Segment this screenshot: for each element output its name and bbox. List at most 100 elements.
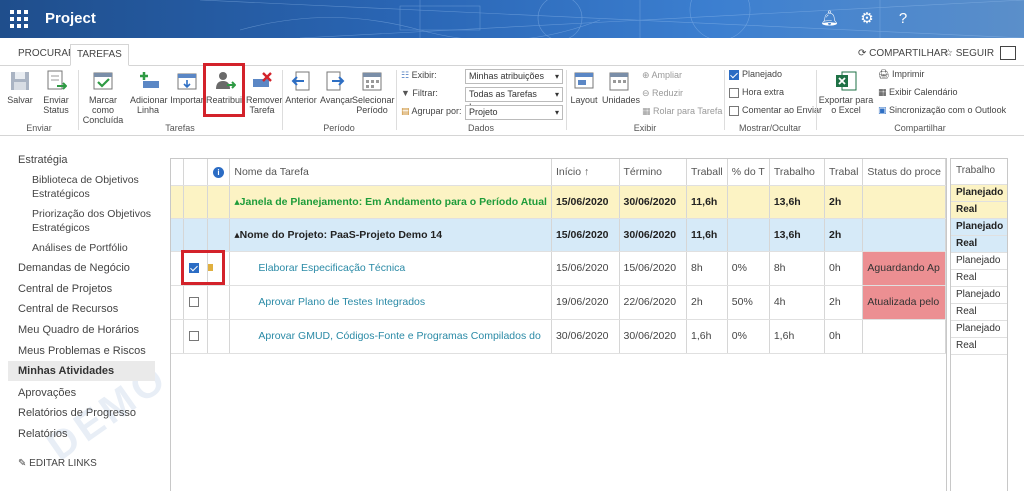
zoom-out-button[interactable]: ⊖ Reduzir — [642, 88, 683, 99]
print-button[interactable]: 🖨︎ Imprimir — [878, 69, 924, 80]
header-task-name[interactable]: Nome da Tarefa — [229, 159, 552, 186]
comment-checkbox[interactable]: Comentar ao Enviar — [729, 105, 822, 116]
header-percent-complete[interactable]: % do T — [727, 159, 770, 186]
task-name[interactable]: Aprovar Plano de Testes Integrados — [229, 285, 552, 320]
task-name[interactable]: Elaborar Especificação Técnica — [229, 251, 552, 286]
units-icon — [608, 70, 630, 92]
separator — [566, 70, 567, 130]
task-table: i Nome da Tarefa Início ↑ Término Trabal… — [171, 159, 946, 354]
nav-aprovacoes[interactable]: Aprovações — [18, 387, 76, 399]
row-select-checkbox[interactable] — [183, 319, 208, 354]
nav-relatorios-progresso[interactable]: Relatórios de Progresso — [18, 407, 136, 419]
task-name[interactable]: ▴Nome do Projeto: PaaS-Projeto Demo 14 — [229, 218, 552, 252]
app-title[interactable]: Project — [45, 10, 96, 27]
nav-quadro-horarios[interactable]: Meu Quadro de Horários — [18, 324, 139, 336]
header-actual-work[interactable]: Trabal — [824, 159, 864, 186]
nav-problemas-riscos[interactable]: Meus Problemas e Riscos — [18, 345, 146, 357]
grid-header-row: i Nome da Tarefa Início ↑ Término Trabal… — [171, 159, 946, 186]
sync-outlook-button[interactable]: ▣ Sincronização com o Outlook — [878, 105, 1006, 116]
work: 4h — [769, 285, 826, 320]
help-icon[interactable]: ? — [894, 10, 912, 28]
start-date: 15/06/2020 — [551, 185, 620, 219]
group-select[interactable]: Projeto — [465, 105, 563, 120]
send-status-button[interactable]: Enviar Status — [38, 70, 74, 115]
focus-content-icon[interactable] — [1000, 46, 1016, 60]
previous-button[interactable]: Anterior — [284, 70, 318, 105]
row-select-checkbox[interactable] — [183, 285, 208, 320]
table-row[interactable]: Elaborar Especificação Técnica 15/06/202… — [171, 251, 946, 286]
nav-analises-portfolio[interactable]: Análises de Portfólio — [32, 241, 152, 255]
planned-checkbox[interactable]: Planejado — [729, 69, 782, 80]
percent-complete — [727, 218, 770, 252]
actual-work: 2h — [824, 185, 864, 219]
share-icon: ⟳ — [858, 48, 870, 59]
task-name[interactable]: ▴Janela de Planejamento: Em Andamento pa… — [229, 185, 552, 219]
save-icon — [9, 70, 31, 92]
mark-complete-button[interactable]: Marcar como Concluída — [78, 70, 128, 125]
bell-icon[interactable]: 🔔︎ — [820, 10, 839, 28]
table-row[interactable]: Aprovar Plano de Testes Integrados 19/06… — [171, 285, 946, 320]
header-work-remaining[interactable]: Traball — [686, 159, 728, 186]
process-status: Atualizada pelo — [862, 285, 946, 320]
zoom-in-button[interactable]: ⊕ Ampliar — [642, 70, 682, 81]
end-date: 30/06/2020 — [619, 185, 688, 219]
nav-demandas-negocio[interactable]: Demandas de Negócio — [18, 262, 130, 274]
header-end[interactable]: Término — [619, 159, 688, 186]
header-start[interactable]: Início ↑ — [551, 159, 620, 186]
summary-row-project[interactable]: ▴Nome do Projeto: PaaS-Projeto Demo 14 1… — [171, 218, 946, 252]
remove-task-button[interactable]: Remover Tarefa — [246, 70, 283, 115]
app-launcher-icon[interactable] — [10, 10, 28, 28]
import-button[interactable]: Importar — [170, 70, 204, 105]
nav-central-projetos[interactable]: Central de Projetos — [18, 283, 112, 295]
group-icon: ▤ — [401, 106, 412, 116]
group-label-periodo: Período — [323, 123, 355, 133]
nav-relatorios[interactable]: Relatórios — [18, 428, 68, 440]
actual-work: 2h — [824, 285, 864, 320]
tab-tarefas[interactable]: TAREFAS — [70, 44, 129, 66]
info-icon: i — [213, 166, 224, 178]
edit-links-button[interactable]: ✎ EDITAR LINKS — [18, 458, 97, 469]
share-button[interactable]: ⟳ COMPARTILHAR — [858, 48, 948, 59]
nav-central-recursos[interactable]: Central de Recursos — [18, 303, 118, 315]
task-name[interactable]: Aprovar GMUD, Códigos-Fonte e Programas … — [229, 319, 552, 354]
summary-row-planning-window[interactable]: ▴Janela de Planejamento: Em Andamento pa… — [171, 185, 946, 219]
add-line-button[interactable]: Adicionar Linha — [130, 70, 168, 115]
work-remaining: 8h — [686, 251, 728, 286]
follow-button[interactable]: ☆ SEGUIR — [944, 48, 994, 59]
nav-biblioteca-objetivos[interactable]: Biblioteca de Objetivos Estratégicos — [32, 173, 152, 201]
header-process-status[interactable]: Status do proce — [862, 159, 946, 186]
header-work[interactable]: Trabalho — [769, 159, 826, 186]
end-date: 30/06/2020 — [619, 319, 688, 354]
process-status — [862, 185, 946, 219]
percent-complete — [727, 185, 770, 219]
units-button[interactable]: Unidades — [602, 70, 640, 105]
layout-button[interactable]: Layout — [570, 70, 598, 105]
zoom-out-icon: ⊖ — [642, 88, 653, 98]
nav-priorizacao-objetivos[interactable]: Priorização dos Objetivos Estratégicos — [32, 207, 152, 235]
select-period-button[interactable]: Selecionar Período — [352, 70, 395, 115]
gear-icon[interactable]: ⚙ — [858, 10, 876, 28]
overtime-checkbox[interactable]: Hora extra — [729, 87, 784, 98]
checkbox-checked-icon — [729, 69, 739, 80]
group-label-enviar: Enviar — [26, 123, 52, 133]
calendar-small-icon: ▦ — [878, 87, 890, 97]
timephased-actual: Real — [951, 236, 1007, 253]
filter-label: ▼ Filtrar: — [401, 88, 438, 98]
scroll-to-task-button[interactable]: ▦ Rolar para Tarefa — [642, 106, 722, 117]
filter-select[interactable]: Todas as Tarefas Incom — [465, 87, 563, 112]
nav-minhas-atividades[interactable]: Minhas Atividades — [8, 361, 155, 381]
table-row[interactable]: Aprovar GMUD, Códigos-Fonte e Programas … — [171, 319, 946, 354]
show-calendar-button[interactable]: ▦ Exibir Calendário — [878, 87, 958, 98]
zoom-in-icon: ⊕ — [642, 70, 652, 80]
export-excel-button[interactable]: Exportar para o Excel — [818, 70, 874, 115]
header-select-all[interactable] — [183, 159, 208, 186]
start-date: 15/06/2020 — [551, 218, 620, 252]
nav-estrategia[interactable]: Estratégia — [18, 154, 68, 166]
advance-button[interactable]: Avançar — [320, 70, 353, 105]
show-select[interactable]: Minhas atribuições — [465, 69, 563, 84]
save-button[interactable]: Salvar — [6, 70, 34, 105]
quick-launch: Estratégia Biblioteca de Objetivos Estra… — [0, 148, 160, 491]
checkbox-icon — [188, 331, 199, 342]
printer-icon: 🖨︎ — [878, 69, 892, 79]
excel-icon — [835, 70, 857, 92]
